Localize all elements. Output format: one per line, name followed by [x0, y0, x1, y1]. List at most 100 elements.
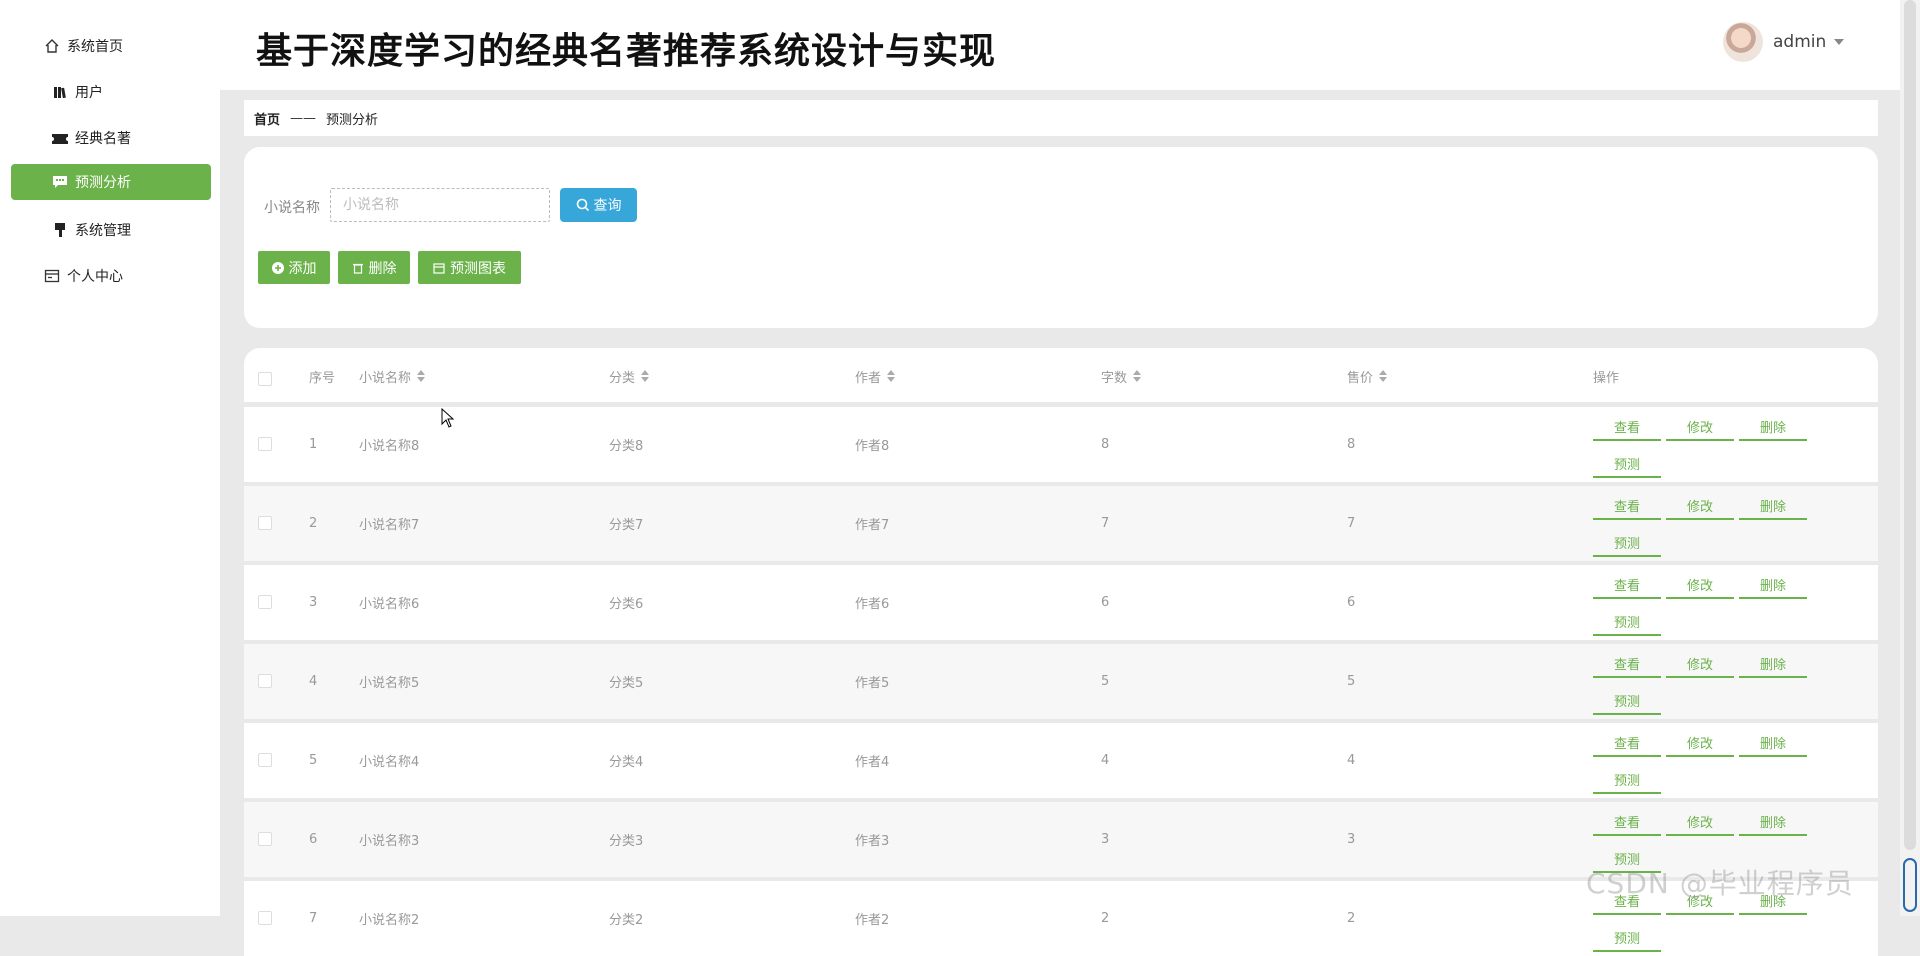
- search-panel: 小说名称 查询 添加 删除 预测图表: [244, 147, 1878, 328]
- view-button[interactable]: 查看: [1593, 571, 1661, 599]
- header-ops: 操作: [1593, 370, 1620, 386]
- cell-words: 2: [1101, 910, 1110, 926]
- header-index: 序号: [309, 370, 336, 386]
- sort-icon[interactable]: [1379, 370, 1388, 382]
- cell-index: 6: [309, 831, 318, 847]
- view-button[interactable]: 查看: [1593, 413, 1661, 441]
- edit-button[interactable]: 修改: [1666, 808, 1734, 836]
- cell-author: 作者8: [855, 438, 890, 454]
- delete-button-label: 删除: [368, 259, 397, 276]
- predict-button[interactable]: 预测: [1593, 924, 1661, 952]
- row-delete-button[interactable]: 删除: [1739, 808, 1807, 836]
- predict-button[interactable]: 预测: [1593, 766, 1661, 794]
- sidebar-item-prediction[interactable]: 预测分析: [11, 164, 211, 200]
- table-header: 序号 小说名称 分类 作者 字数 售价 操作: [244, 348, 1878, 402]
- sidebar-item-label: 系统首页: [67, 39, 123, 55]
- cell-name: 小说名称4: [359, 754, 420, 770]
- view-button[interactable]: 查看: [1593, 650, 1661, 678]
- predict-button[interactable]: 预测: [1593, 687, 1661, 715]
- search-input[interactable]: [330, 188, 550, 222]
- cell-words: 6: [1101, 594, 1110, 610]
- predict-button[interactable]: 预测: [1593, 529, 1661, 557]
- row-checkbox[interactable]: [258, 437, 272, 451]
- sort-icon[interactable]: [1133, 370, 1142, 382]
- scrollbar-thumb[interactable]: [1904, 0, 1916, 850]
- chat-icon: [51, 173, 69, 191]
- cell-index: 5: [309, 752, 318, 768]
- page-scrollbar[interactable]: [1900, 0, 1920, 916]
- view-button[interactable]: 查看: [1593, 729, 1661, 757]
- avatar: [1723, 22, 1763, 62]
- view-button[interactable]: 查看: [1593, 492, 1661, 520]
- mouse-cursor-icon: [441, 407, 455, 432]
- sort-icon[interactable]: [887, 370, 896, 382]
- prediction-chart-button[interactable]: 预测图表: [418, 251, 521, 284]
- cell-words: 8: [1101, 436, 1110, 452]
- predict-button[interactable]: 预测: [1593, 450, 1661, 478]
- header: 基于深度学习的经典名著推荐系统设计与实现 admin: [220, 0, 1900, 90]
- edit-button[interactable]: 修改: [1666, 492, 1734, 520]
- breadcrumb-separator: ——: [290, 110, 317, 126]
- edit-button[interactable]: 修改: [1666, 571, 1734, 599]
- sort-icon[interactable]: [417, 370, 426, 382]
- sidebar-item-home[interactable]: 系统首页: [11, 28, 211, 64]
- cell-category: 分类8: [609, 438, 644, 454]
- sidebar-item-users[interactable]: 用户: [11, 74, 211, 110]
- chevron-down-icon: [1834, 39, 1845, 45]
- trash-icon: [352, 262, 364, 274]
- row-checkbox[interactable]: [258, 832, 272, 846]
- sidebar-item-classics[interactable]: 经典名著: [11, 120, 211, 156]
- cell-index: 1: [309, 436, 318, 452]
- cell-author: 作者4: [855, 754, 890, 770]
- predict-button[interactable]: 预测: [1593, 608, 1661, 636]
- edit-button[interactable]: 修改: [1666, 729, 1734, 757]
- header-author[interactable]: 作者: [855, 366, 896, 386]
- chart-icon: [433, 262, 445, 274]
- cell-index: 7: [309, 910, 318, 926]
- sort-icon[interactable]: [641, 370, 650, 382]
- header-category[interactable]: 分类: [609, 366, 650, 386]
- prediction-chart-button-label: 预测图表: [450, 259, 506, 276]
- edit-button[interactable]: 修改: [1666, 413, 1734, 441]
- ticket-icon: [51, 129, 69, 147]
- row-checkbox[interactable]: [258, 595, 272, 609]
- sidebar-item-label: 系统管理: [75, 223, 131, 239]
- cell-index: 3: [309, 594, 318, 610]
- user-menu[interactable]: admin: [1723, 22, 1845, 62]
- view-button[interactable]: 查看: [1593, 808, 1661, 836]
- breadcrumb: 首页 —— 预测分析: [244, 100, 1878, 136]
- brush-icon: [51, 221, 69, 239]
- cell-price: 4: [1347, 752, 1356, 768]
- breadcrumb-home[interactable]: 首页: [254, 109, 280, 128]
- row-delete-button[interactable]: 删除: [1739, 413, 1807, 441]
- cell-category: 分类7: [609, 517, 644, 533]
- sidebar-item-system[interactable]: 系统管理: [11, 212, 211, 248]
- header-words[interactable]: 字数: [1101, 366, 1142, 386]
- add-button[interactable]: 添加: [258, 251, 330, 284]
- table-row: 1 小说名称8 分类8 作者8 8 8 查看 修改 删除 预测: [244, 407, 1878, 482]
- header-price[interactable]: 售价: [1347, 366, 1388, 386]
- row-delete-button[interactable]: 删除: [1739, 650, 1807, 678]
- cell-category: 分类6: [609, 596, 644, 612]
- row-checkbox[interactable]: [258, 674, 272, 688]
- watermark: CSDN @毕业程序员: [1586, 867, 1854, 900]
- edit-button[interactable]: 修改: [1666, 650, 1734, 678]
- delete-button[interactable]: 删除: [338, 251, 410, 284]
- header-name[interactable]: 小说名称: [359, 366, 426, 386]
- sidebar-item-profile[interactable]: 个人中心: [11, 258, 211, 294]
- row-checkbox[interactable]: [258, 911, 272, 925]
- select-all-checkbox[interactable]: [258, 372, 272, 386]
- row-delete-button[interactable]: 删除: [1739, 492, 1807, 520]
- cell-name: 小说名称2: [359, 912, 420, 928]
- query-button[interactable]: 查询: [560, 188, 637, 222]
- cell-author: 作者6: [855, 596, 890, 612]
- cell-name: 小说名称3: [359, 833, 420, 849]
- row-delete-button[interactable]: 删除: [1739, 571, 1807, 599]
- row-delete-button[interactable]: 删除: [1739, 729, 1807, 757]
- row-checkbox[interactable]: [258, 753, 272, 767]
- cell-category: 分类4: [609, 754, 644, 770]
- row-checkbox[interactable]: [258, 516, 272, 530]
- card-icon: [43, 267, 61, 285]
- home-icon: [43, 37, 61, 55]
- cell-name: 小说名称5: [359, 675, 420, 691]
